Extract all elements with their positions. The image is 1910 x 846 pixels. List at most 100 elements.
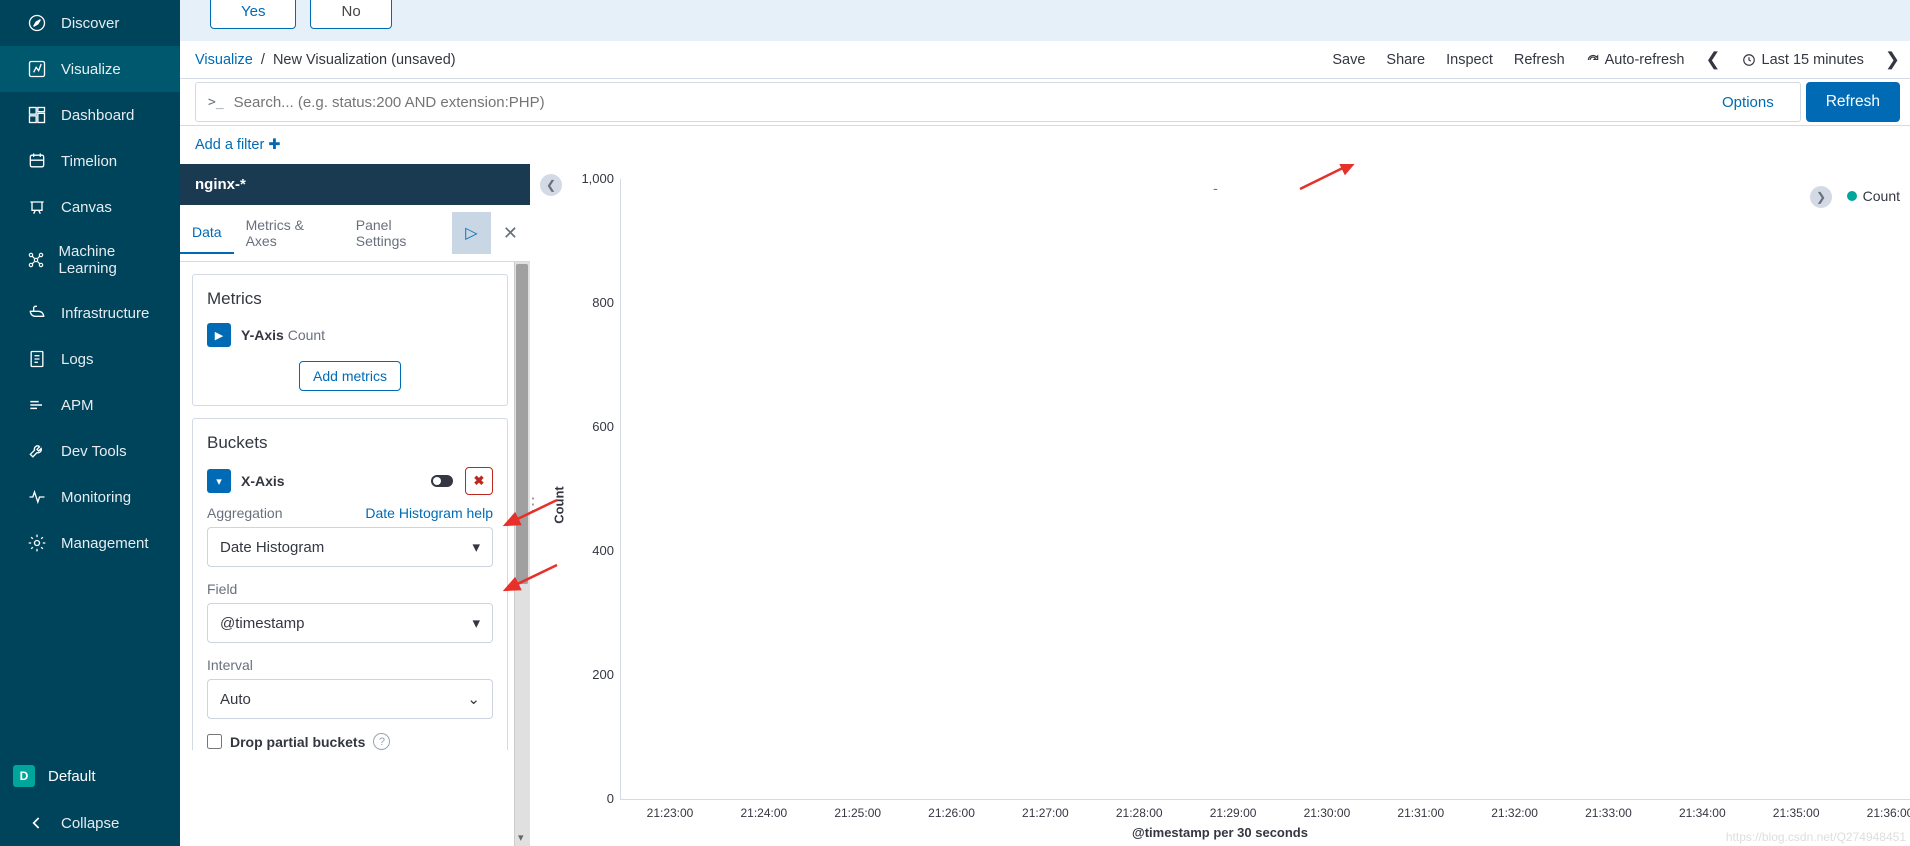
x-tick: 21:24:00 — [740, 806, 787, 820]
field-select[interactable]: @timestamp▾ — [207, 603, 493, 643]
index-pattern-header[interactable]: nginx-* — [180, 164, 530, 205]
x-axis-line — [620, 799, 1910, 800]
tab-data[interactable]: Data — [180, 212, 234, 254]
time-prev-button[interactable]: ❮ — [1705, 49, 1720, 70]
yaxis-label: Y-Axis — [241, 327, 284, 343]
help-icon[interactable]: ? — [373, 733, 390, 750]
chart-empty-marker: - — [1213, 180, 1218, 196]
y-tick: 0 — [572, 791, 614, 806]
space-avatar: D — [13, 765, 35, 787]
nav-visualize[interactable]: Visualize — [0, 46, 180, 92]
save-action[interactable]: Save — [1332, 52, 1365, 68]
nav-apm[interactable]: APM — [0, 382, 180, 428]
canvas-icon — [23, 197, 51, 217]
x-tick: 21:34:00 — [1679, 806, 1726, 820]
chart-legend[interactable]: Count — [1847, 188, 1900, 204]
legend-label: Count — [1863, 188, 1900, 204]
y-tick: 600 — [572, 419, 614, 434]
dashboard-icon — [23, 105, 51, 125]
xaxis-label: X-Axis — [241, 473, 285, 489]
apply-changes-button[interactable]: ▷ — [452, 212, 491, 254]
x-tick: 21:29:00 — [1210, 806, 1257, 820]
scroll-down-icon[interactable]: ▾ — [518, 831, 524, 844]
auto-refresh-action[interactable]: Auto-refresh — [1586, 52, 1685, 68]
nav-dashboard[interactable]: Dashboard — [0, 92, 180, 138]
nav-label: Dashboard — [61, 107, 134, 124]
add-filter-link[interactable]: Add a filter ✚ — [195, 137, 281, 153]
ml-icon — [23, 250, 48, 270]
sidebar: Discover Visualize Dashboard Timelion Ca… — [0, 0, 180, 846]
interval-select[interactable]: Auto⌄ — [207, 679, 493, 719]
tab-panel-settings[interactable]: Panel Settings — [344, 205, 452, 261]
nav-dev-tools[interactable]: Dev Tools — [0, 428, 180, 474]
notice-no-button[interactable]: No — [310, 0, 391, 29]
collapse-icon: ▾ — [207, 469, 231, 493]
breadcrumb-root[interactable]: Visualize — [195, 52, 253, 68]
nav-canvas[interactable]: Canvas — [0, 184, 180, 230]
chart-next-button[interactable]: ❯ — [1810, 186, 1832, 208]
notice-yes-button[interactable]: Yes — [210, 0, 296, 29]
timelion-icon — [23, 151, 51, 171]
y-axis-line — [620, 179, 621, 799]
expand-icon: ▶ — [207, 323, 231, 347]
filter-row: Add a filter ✚ — [180, 126, 1910, 164]
share-action[interactable]: Share — [1386, 52, 1425, 68]
y-tick: 400 — [572, 543, 614, 558]
search-box[interactable]: >_ Options — [195, 82, 1801, 122]
compass-icon — [23, 13, 51, 33]
section-title: Buckets — [207, 433, 493, 453]
interval-label: Interval — [207, 657, 253, 673]
aggregation-select[interactable]: Date Histogram▾ — [207, 527, 493, 567]
time-next-button[interactable]: ❯ — [1885, 49, 1900, 70]
x-tick: 21:35:00 — [1773, 806, 1820, 820]
add-metrics-button[interactable]: Add metrics — [299, 361, 401, 391]
x-tick: 21:36:00 — [1867, 806, 1910, 820]
drop-partial-checkbox[interactable] — [207, 734, 222, 749]
x-tick: 21:25:00 — [834, 806, 881, 820]
nav-logs[interactable]: Logs — [0, 336, 180, 382]
breadcrumb: Visualize / New Visualization (unsaved) — [195, 52, 456, 68]
time-range[interactable]: Last 15 minutes — [1742, 52, 1864, 68]
buckets-section: Buckets ▾ X-Axis ✖ AggregationDate Histo… — [192, 418, 508, 750]
chart-prev-button[interactable]: ❮ — [540, 174, 562, 196]
refresh-action[interactable]: Refresh — [1514, 52, 1565, 68]
chart-icon — [23, 59, 51, 79]
inspect-action[interactable]: Inspect — [1446, 52, 1493, 68]
nav-collapse[interactable]: Collapse — [0, 800, 180, 846]
search-options[interactable]: Options — [1708, 94, 1788, 111]
config-panel: nginx-* Data Metrics & Axes Panel Settin… — [180, 164, 530, 846]
nav-discover[interactable]: Discover — [0, 0, 180, 46]
scrollbar[interactable]: ▾ — [514, 262, 530, 846]
close-panel-button[interactable]: ✕ — [491, 223, 530, 244]
nav-label: Canvas — [61, 199, 112, 216]
refresh-button[interactable]: Refresh — [1806, 82, 1900, 122]
space-label: Default — [48, 768, 96, 785]
scrollbar-thumb[interactable] — [516, 264, 528, 584]
delete-bucket-button[interactable]: ✖ — [465, 467, 493, 495]
space-default[interactable]: D Default — [0, 752, 180, 800]
x-tick: 21:23:00 — [647, 806, 694, 820]
logs-icon — [23, 349, 51, 369]
nav-label: Monitoring — [61, 489, 131, 506]
wrench-icon — [23, 441, 51, 461]
nav-management[interactable]: Management — [0, 520, 180, 566]
resize-handle[interactable]: ⋮ — [524, 495, 542, 516]
tab-metrics-axes[interactable]: Metrics & Axes — [234, 205, 344, 261]
bucket-toggle[interactable] — [431, 475, 453, 487]
legend-dot-icon — [1847, 191, 1857, 201]
nav-monitoring[interactable]: Monitoring — [0, 474, 180, 520]
nav-timelion[interactable]: Timelion — [0, 138, 180, 184]
infra-icon — [23, 303, 51, 323]
nav-infrastructure[interactable]: Infrastructure — [0, 290, 180, 336]
y-tick: 800 — [572, 295, 614, 310]
aggregation-help-link[interactable]: Date Histogram help — [365, 505, 493, 521]
nav-label: APM — [61, 397, 94, 414]
search-input[interactable] — [234, 94, 1708, 111]
xaxis-row[interactable]: ▾ X-Axis — [207, 469, 285, 493]
x-tick: 21:30:00 — [1304, 806, 1351, 820]
yaxis-row[interactable]: ▶ Y-Axis Count — [207, 323, 493, 347]
chevron-down-icon: ▾ — [472, 538, 480, 556]
nav-label: Dev Tools — [61, 443, 127, 460]
nav-machine-learning[interactable]: Machine Learning — [0, 230, 180, 290]
drop-partial-checkbox-row: Drop partial buckets ? — [207, 733, 493, 750]
